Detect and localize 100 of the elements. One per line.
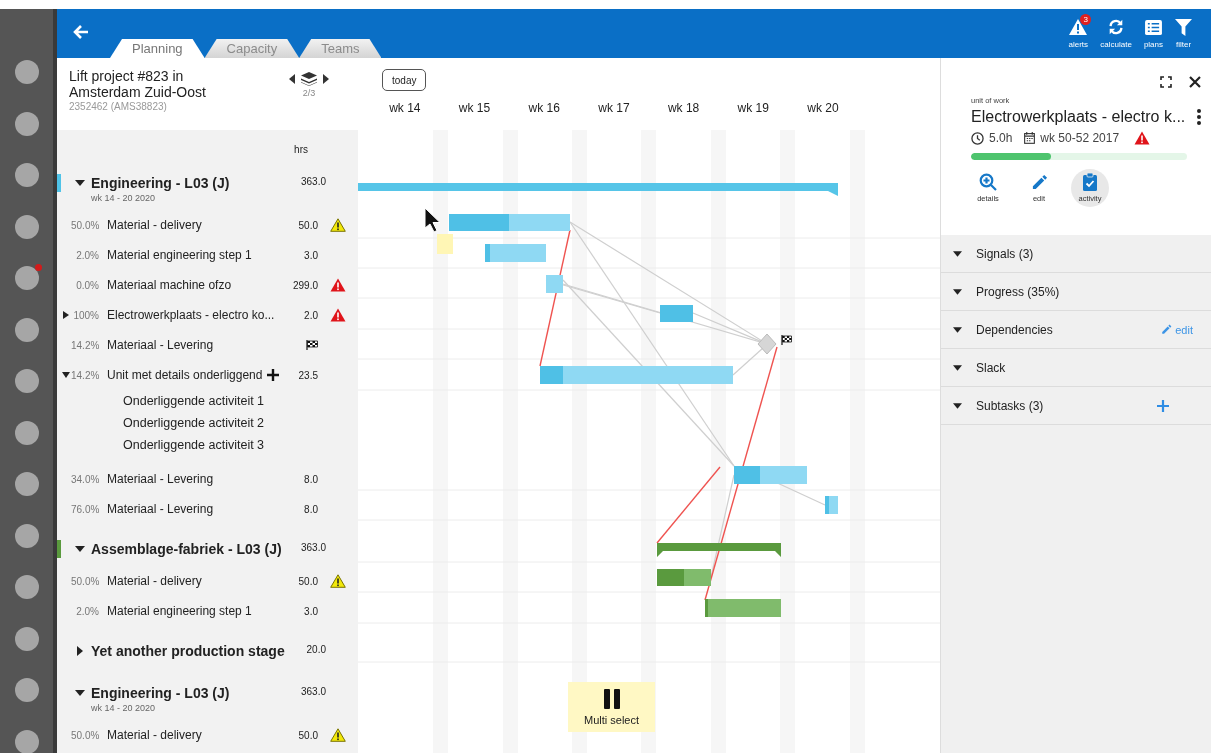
subtask-item[interactable]: Onderliggende activiteit 2 — [123, 412, 358, 434]
app-icon[interactable] — [14, 60, 39, 84]
column-header: hrs — [294, 143, 308, 155]
section-header[interactable]: Slack — [941, 349, 1211, 387]
week-label: wk 19 — [736, 101, 770, 115]
duration-text: 5.0h — [989, 131, 1013, 145]
hours-value: 3.0 — [304, 249, 318, 261]
app-icon[interactable] — [14, 369, 39, 393]
hours-value: 363.0 — [299, 176, 326, 187]
pencil-icon — [1030, 173, 1048, 191]
finish-flag-icon — [306, 340, 318, 350]
toolbar-button[interactable]: plans — [1138, 17, 1168, 58]
toolbar-button[interactable]: filter — [1170, 17, 1197, 58]
app-icon[interactable] — [14, 523, 39, 548]
task-row[interactable]: 50.0% Material - delivery 50.0 — [57, 210, 358, 240]
pause-icon — [601, 688, 622, 709]
app-icon[interactable] — [14, 163, 39, 187]
app-icon[interactable] — [14, 678, 39, 702]
collapse-icon[interactable] — [75, 688, 85, 698]
period-text: wk 50-52 2017 — [1040, 131, 1120, 145]
warning-icon — [330, 218, 346, 232]
task-name: Unit met details onderliggend — [107, 368, 263, 382]
tab[interactable]: Planning — [110, 39, 205, 58]
percent-complete: 0.0% — [75, 279, 99, 291]
placeholder-bar — [437, 234, 453, 254]
percent-complete: 50.0% — [71, 729, 99, 741]
section-header[interactable]: Signals (3) — [941, 235, 1211, 273]
hours-value: 50.0 — [298, 219, 318, 231]
group-row[interactable]: Engineering - L03 (J) wk 14 - 20 2020 363.0 — [57, 678, 358, 720]
subtask-item[interactable]: Onderliggende activiteit 1 — [123, 390, 358, 412]
group-name: Engineering - L03 (J) — [91, 684, 231, 702]
hours-value: 299.0 — [292, 279, 318, 291]
add-icon[interactable] — [267, 369, 280, 381]
back-arrow-icon[interactable] — [73, 24, 89, 40]
app-icon[interactable] — [14, 729, 39, 753]
app-icon[interactable] — [14, 420, 39, 445]
task-row[interactable]: 100% Electrowerkplaats - electro ko... 2.0 — [57, 300, 358, 330]
section-title: Progress (35%) — [976, 284, 1060, 299]
week-label: wk 17 — [597, 101, 631, 115]
count-badge: 3 — [1080, 14, 1092, 25]
section-header[interactable]: Dependencies edit — [941, 311, 1211, 349]
week-label: wk 20 — [806, 101, 840, 115]
pencil-icon — [1161, 324, 1173, 335]
subtask-item[interactable]: Onderliggende activiteit 3 — [123, 434, 358, 456]
previous-icon[interactable] — [289, 74, 295, 84]
task-row[interactable]: 14.2% Materiaal - Levering — [57, 330, 358, 360]
section-title: Subtasks (3) — [976, 398, 1044, 413]
hours-value: 3.0 — [304, 605, 318, 617]
toolbar-button[interactable]: calculate — [1095, 17, 1137, 58]
app-icon[interactable] — [14, 575, 39, 599]
task-row[interactable]: 0.0% Materiaal machine ofzo 299.0 — [57, 270, 358, 300]
section-title: Slack — [976, 360, 1006, 375]
section-header[interactable]: Subtasks (3) — [941, 387, 1211, 425]
hours-value: 363.0 — [299, 686, 326, 697]
group-row[interactable]: Assemblage-fabriek - L03 (J) 363.0 — [57, 534, 358, 566]
expand-icon[interactable] — [62, 311, 70, 319]
app-icon[interactable] — [14, 472, 39, 496]
hours-value: 8.0 — [304, 503, 318, 515]
caret-icon — [953, 402, 962, 409]
more-options-icon[interactable] — [1197, 109, 1201, 125]
app-icon[interactable] — [14, 626, 39, 651]
warning-icon — [330, 574, 346, 588]
next-icon[interactable] — [323, 74, 329, 84]
toolbar-button[interactable]: 3 alerts — [1063, 17, 1094, 58]
task-row[interactable]: 2.0% Material engineering step 1 3.0 — [57, 240, 358, 270]
task-name: Materiaal - Levering — [107, 472, 214, 486]
collapse-icon[interactable] — [75, 178, 85, 188]
app-icon[interactable] — [14, 317, 39, 342]
task-row[interactable]: 50.0% Material - delivery 50.0 — [57, 720, 358, 750]
percent-complete: 50.0% — [71, 575, 99, 587]
hours-value: 23.5 — [298, 369, 318, 381]
task-name: Material - delivery — [107, 728, 202, 742]
hours-value: 8.0 — [304, 473, 318, 485]
app-icon[interactable] — [14, 214, 39, 239]
task-row[interactable]: 2.0% Material engineering step 1 3.0 — [57, 596, 358, 626]
multi-select-button[interactable]: Multi select — [568, 682, 655, 732]
task-row[interactable]: 50.0% Material - delivery 50.0 — [57, 566, 358, 596]
task-row[interactable]: 34.0% Materiaal - Levering 8.0 — [57, 464, 358, 494]
collapse-icon[interactable] — [62, 371, 70, 379]
percent-complete: 2.0% — [75, 249, 99, 261]
collapse-icon[interactable] — [75, 544, 85, 554]
warning-icon — [330, 278, 346, 292]
list-icon — [1144, 19, 1162, 35]
app-icon[interactable] — [14, 111, 39, 136]
close-icon[interactable] — [1189, 76, 1201, 88]
group-row[interactable]: Engineering - L03 (J) wk 14 - 20 2020 363.0 — [57, 168, 358, 210]
task-row[interactable]: 14.2% Unit met details onderliggend 23.5 — [57, 360, 358, 390]
group-name: Yet another production stage — [91, 642, 286, 660]
app-icon[interactable] — [14, 266, 39, 290]
group-row[interactable]: Yet another production stage 20.0 — [57, 636, 358, 668]
section-header[interactable]: Progress (35%) — [941, 273, 1211, 311]
notification-dot — [34, 264, 42, 271]
fullscreen-icon[interactable] — [1160, 76, 1172, 88]
zoom-in-icon — [979, 173, 997, 191]
task-row[interactable]: 76.0% Materiaal - Levering 8.0 — [57, 494, 358, 524]
expand-icon[interactable] — [75, 646, 85, 656]
warning-icon — [1068, 18, 1089, 36]
week-label: wk 18 — [666, 101, 701, 115]
today-button[interactable]: today — [382, 69, 427, 91]
warning-icon — [330, 728, 346, 742]
